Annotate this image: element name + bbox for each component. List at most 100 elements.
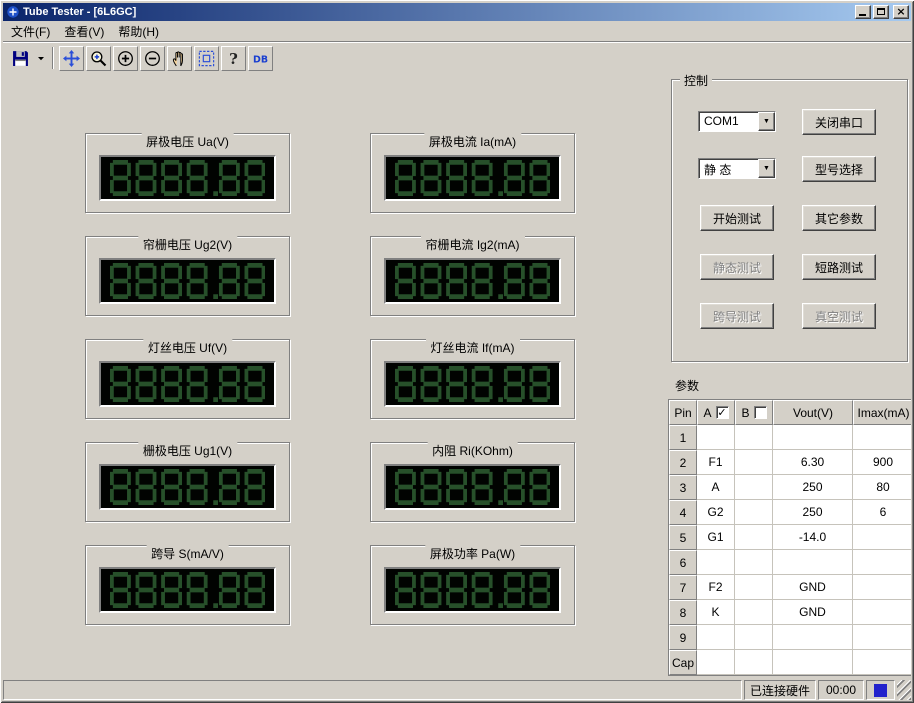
toolbar-separator [52,47,54,69]
zoom-out-button[interactable] [140,46,165,71]
menu-item[interactable]: 帮助(H) [111,21,166,42]
cell-b[interactable] [735,450,773,475]
meter-label: 灯丝电流 If(mA) [426,339,520,356]
meter: 内阻 Ri(KOhm) [370,435,575,522]
seven-segment-display [384,258,561,304]
seven-segment-display [99,361,276,407]
zoom-window-button[interactable] [86,46,111,71]
cell-imax[interactable] [853,600,911,625]
meter-label: 跨导 S(mA/V) [146,545,229,562]
mode-select[interactable]: 静 态 ▼ [698,158,776,179]
cell-imax[interactable]: 80 [853,475,911,500]
meter-frame: 灯丝电压 Uf(V) [85,339,290,419]
svg-text:DB: DB [253,54,268,65]
meter-label: 栅极电压 Ug1(V) [138,442,237,459]
other-params-button[interactable]: 其它参数 [802,205,876,231]
row-header-pin: 8 [669,600,697,625]
hand-pan-button[interactable] [167,46,192,71]
cell-a[interactable]: K [697,600,735,625]
zoom-fit-button[interactable] [194,46,219,71]
cell-vout[interactable] [773,625,853,650]
database-button[interactable]: DB [248,46,273,71]
meter-frame: 栅极电压 Ug1(V) [85,442,290,522]
cell-a[interactable] [697,650,735,675]
pan-icon [63,50,80,67]
cell-imax[interactable] [853,625,911,650]
cell-b[interactable] [735,475,773,500]
meter-frame: 灯丝电流 If(mA) [370,339,575,419]
menu-item[interactable]: 文件(F) [4,21,57,42]
cell-imax[interactable] [853,425,911,450]
zoom-in-button[interactable] [113,46,138,71]
cell-vout[interactable]: 250 [773,500,853,525]
cell-b[interactable] [735,650,773,675]
save-icon [12,50,29,67]
cell-imax[interactable] [853,575,911,600]
cell-vout[interactable] [773,650,853,675]
cell-a[interactable]: A [697,475,735,500]
cell-b[interactable] [735,525,773,550]
cell-a[interactable] [697,550,735,575]
close-button[interactable]: × [893,5,909,19]
zoom-fit-icon [198,50,215,67]
help-button[interactable]: ? [221,46,246,71]
save-button[interactable] [8,46,33,71]
meter: 帘栅电压 Ug2(V) [85,229,290,316]
cell-vout[interactable]: -14.0 [773,525,853,550]
cell-vout[interactable]: GND [773,575,853,600]
short-test-button[interactable]: 短路测试 [802,254,876,280]
meter-frame: 屏极电流 Ia(mA) [370,133,575,213]
minimize-button[interactable] [855,5,871,19]
cell-a[interactable] [697,425,735,450]
maximize-button[interactable] [873,5,889,19]
meter-label: 内阻 Ri(KOhm) [427,442,518,459]
cell-b[interactable] [735,425,773,450]
cell-b[interactable] [735,600,773,625]
cell-b[interactable] [735,550,773,575]
row-header-pin: 1 [669,425,697,450]
cell-imax[interactable] [853,525,911,550]
cell-vout[interactable] [773,550,853,575]
col-header-imax: Imax(mA) [853,400,911,425]
cell-imax[interactable]: 6 [853,500,911,525]
status-timer: 00:00 [818,680,864,700]
cell-imax[interactable] [853,650,911,675]
cell-a[interactable]: F2 [697,575,735,600]
cell-b[interactable] [735,500,773,525]
maximize-icon [877,8,885,15]
pan-button[interactable] [59,46,84,71]
cell-b[interactable] [735,625,773,650]
com-port-select[interactable]: COM1 ▼ [698,111,776,132]
menu-item[interactable]: 查看(V) [57,21,111,42]
resize-grip[interactable] [897,680,911,700]
meter: 栅极电压 Ug1(V) [85,435,290,522]
cell-vout[interactable]: 250 [773,475,853,500]
control-panel: 控制 COM1 ▼ 关闭串口 静 态 ▼ 型号选择 开始测试 其它参数 静态测试… [671,79,908,362]
meter: 帘栅电流 Ig2(mA) [370,229,575,316]
cell-imax[interactable] [853,550,911,575]
cell-a[interactable]: G1 [697,525,735,550]
meter-frame: 屏极功率 Pa(W) [370,545,575,625]
meter-label: 帘栅电压 Ug2(V) [138,236,237,253]
cell-vout[interactable]: GND [773,600,853,625]
hand-icon [171,50,188,67]
cell-imax[interactable]: 900 [853,450,911,475]
cell-vout[interactable] [773,425,853,450]
col-b-checkbox[interactable]: ✓ [754,406,767,419]
chevron-down-icon[interactable]: ▼ [758,159,775,178]
start-test-button[interactable]: 开始测试 [700,205,774,231]
cell-a[interactable]: G2 [697,500,735,525]
cell-vout[interactable]: 6.30 [773,450,853,475]
cell-a[interactable]: F1 [697,450,735,475]
save-options-button[interactable] [35,46,47,71]
cell-a[interactable] [697,625,735,650]
col-header-a: A ✓ [697,400,735,425]
status-indicator [874,684,887,697]
close-serial-button[interactable]: 关闭串口 [802,109,876,135]
col-a-checkbox[interactable]: ✓ [716,406,729,419]
model-select-button[interactable]: 型号选择 [802,156,876,182]
chevron-down-icon[interactable]: ▼ [758,112,775,131]
status-main-panel [3,680,742,700]
cell-b[interactable] [735,575,773,600]
dropdown-arrow-icon [37,50,45,66]
